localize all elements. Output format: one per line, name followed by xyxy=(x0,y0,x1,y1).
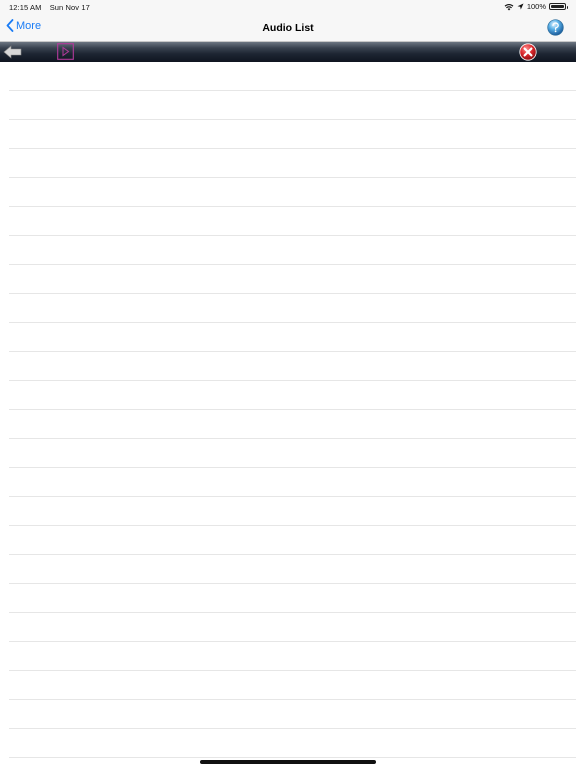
list-item[interactable] xyxy=(9,294,576,323)
status-time: 12:15 AM xyxy=(9,3,42,12)
audio-list[interactable] xyxy=(0,62,576,768)
list-item[interactable] xyxy=(9,178,576,207)
battery-percent: 100% xyxy=(526,2,546,11)
list-item[interactable] xyxy=(9,671,576,700)
help-icon[interactable] xyxy=(547,19,564,36)
page-title: Audio List xyxy=(262,22,314,34)
list-item[interactable] xyxy=(9,352,576,381)
status-time-date: 12:15 AM Sun Nov 17 xyxy=(9,3,90,12)
close-icon[interactable] xyxy=(519,43,537,61)
battery-icon xyxy=(549,3,568,10)
list-item[interactable] xyxy=(9,439,576,468)
navigation-bar: More Audio List xyxy=(0,14,576,42)
list-item[interactable] xyxy=(9,91,576,120)
list-item[interactable] xyxy=(9,265,576,294)
status-bar: 12:15 AM Sun Nov 17 100% xyxy=(0,0,576,14)
list-item[interactable] xyxy=(9,555,576,584)
list-item[interactable] xyxy=(9,526,576,555)
play-icon[interactable] xyxy=(57,43,74,60)
list-item[interactable] xyxy=(9,700,576,729)
list-item[interactable] xyxy=(9,149,576,178)
status-date: Sun Nov 17 xyxy=(49,3,90,12)
list-item[interactable] xyxy=(9,62,576,91)
list-item[interactable] xyxy=(9,236,576,265)
back-arrow-icon[interactable] xyxy=(3,44,22,60)
list-item[interactable] xyxy=(9,207,576,236)
home-indicator xyxy=(200,760,376,764)
status-indicators: 100% xyxy=(504,2,568,11)
list-item[interactable] xyxy=(9,642,576,671)
list-item[interactable] xyxy=(9,120,576,149)
list-item[interactable] xyxy=(9,323,576,352)
list-item[interactable] xyxy=(9,381,576,410)
toolbar xyxy=(0,42,576,62)
list-item[interactable] xyxy=(9,584,576,613)
list-item[interactable] xyxy=(9,410,576,439)
list-item[interactable] xyxy=(9,468,576,497)
wifi-icon xyxy=(504,3,514,10)
list-item[interactable] xyxy=(9,729,576,758)
location-icon xyxy=(517,3,524,10)
list-item[interactable] xyxy=(9,613,576,642)
list-item[interactable] xyxy=(9,497,576,526)
